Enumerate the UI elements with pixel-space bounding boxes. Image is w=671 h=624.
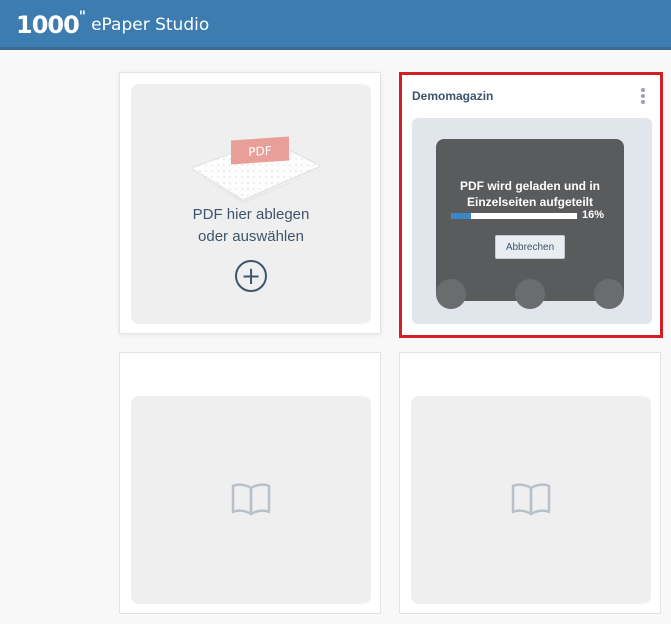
app-header: 1000" ePaper Studio [0,0,671,50]
preview-action-icon-right [594,279,624,309]
logo-mark: 1000" [16,9,86,39]
open-book-icon [511,483,551,516]
progress-bar-fill [451,213,472,219]
app-logo[interactable]: 1000" ePaper Studio [16,9,210,40]
open-book-icon [231,483,271,516]
pdf-badge-text: PDF [248,144,271,160]
progress-bar [451,213,577,219]
upload-instruction-line-2: oder auswählen [198,228,304,245]
preview-action-icon-center [515,279,545,309]
preview-action-icon-left [436,279,466,309]
empty-slot-preview [131,396,371,604]
empty-slot-preview [411,396,651,604]
pdf-document-illustration: PDF [189,136,321,204]
magazine-title: Demomagazin [412,89,494,103]
kebab-menu-icon[interactable] [640,88,646,106]
progress-status-line-2: Einzelseiten aufgeteilt [466,195,594,209]
upload-instruction-line-1: PDF hier ablegen [192,206,310,223]
progress-status-line-1: PDF wird geladen und in [459,179,600,193]
magazine-card[interactable]: Demomagazin PDF wird geladen und in Einz… [399,72,663,338]
plus-circle-icon[interactable]: + [235,260,267,292]
upload-card[interactable]: PDF PDF hier ablegen oder auswählen + [119,72,381,334]
logo-text: ePaper Studio [91,15,210,35]
preview-action-icons [436,279,624,309]
progress-percent: 16% [582,209,605,221]
cancel-button[interactable]: Abbrechen [495,235,565,259]
magazine-preview: PDF wird geladen und in Einzelseiten auf… [412,118,652,324]
upload-dropzone[interactable]: PDF PDF hier ablegen oder auswählen + [131,84,371,324]
empty-magazine-slot [399,352,661,614]
empty-magazine-slot [119,352,381,614]
upload-progress-dialog: PDF wird geladen und in Einzelseiten auf… [436,139,624,309]
